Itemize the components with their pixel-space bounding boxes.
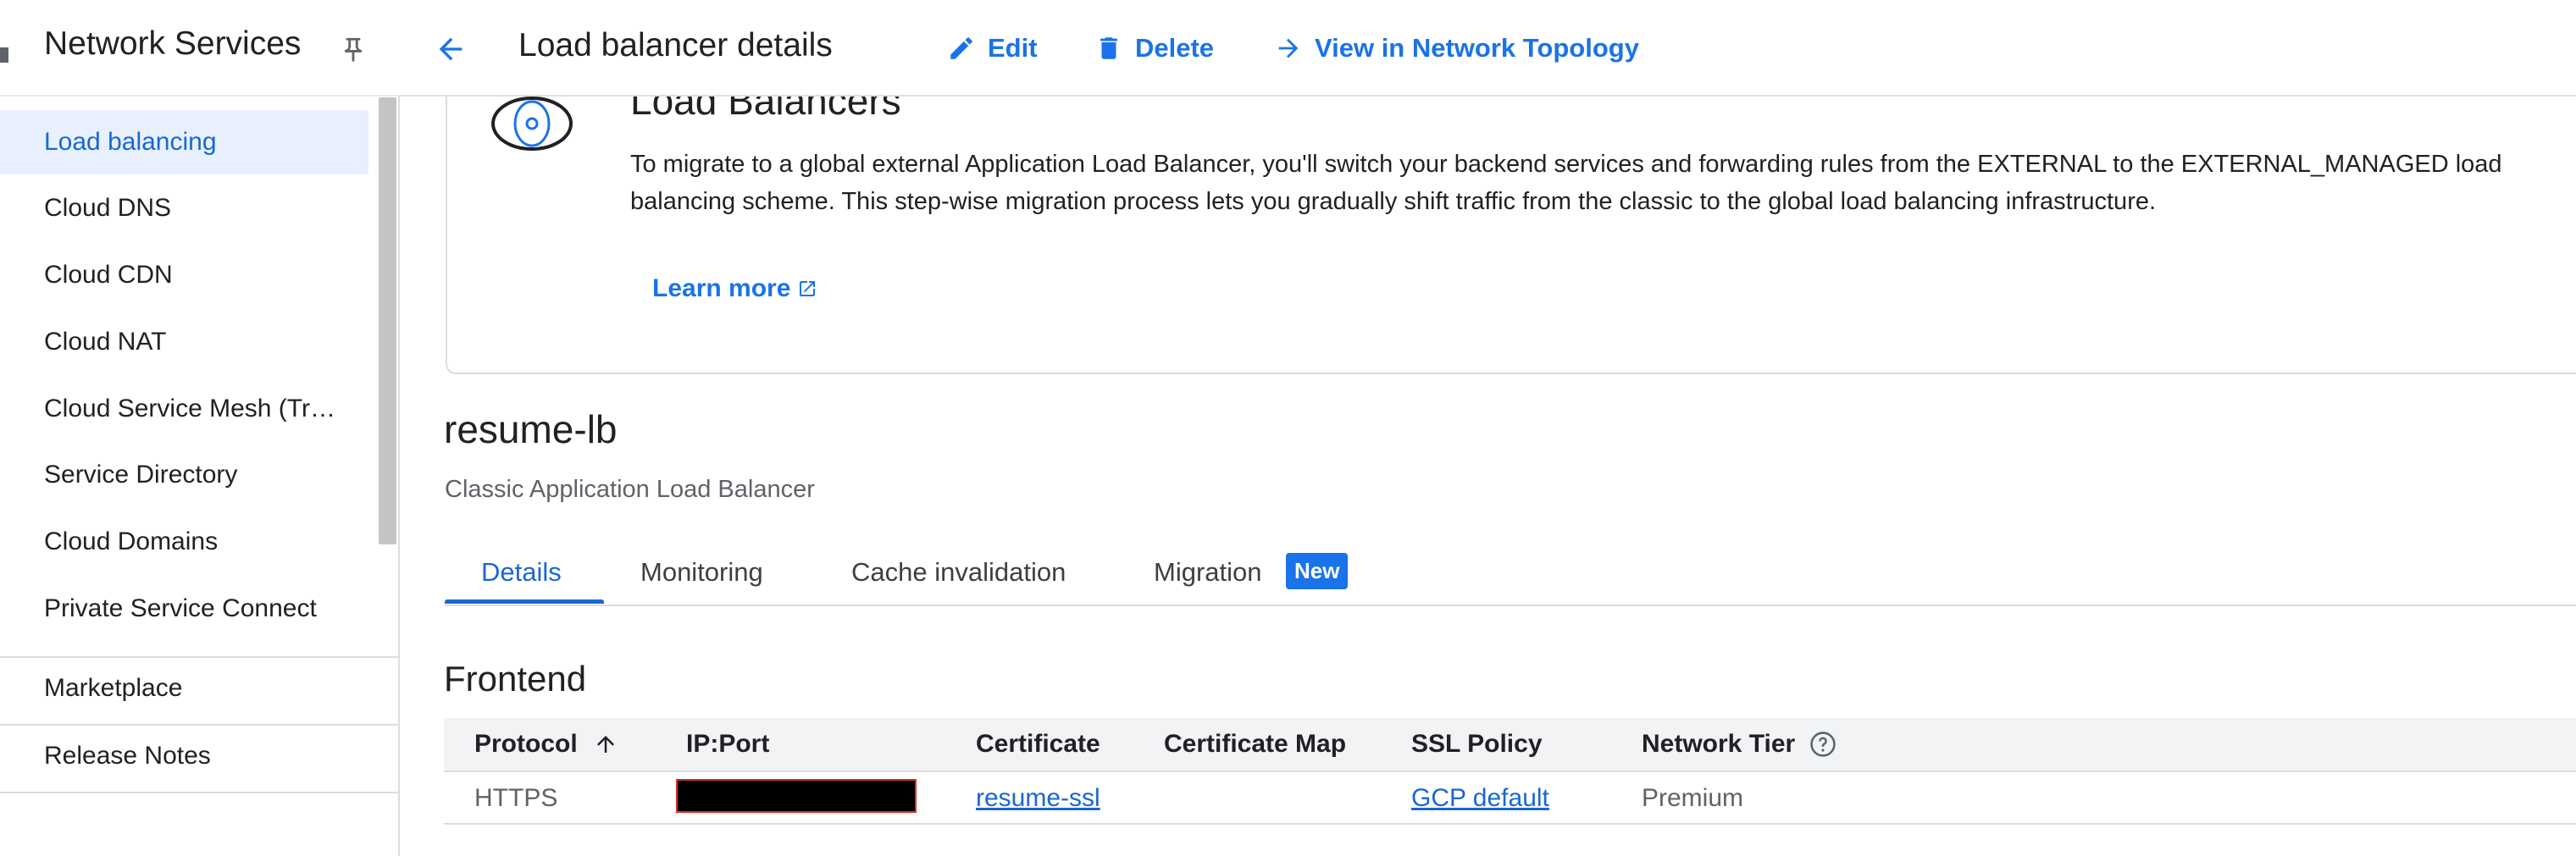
sidebar-item-private-service-connect[interactable]: Private Service Connect [0,577,368,641]
edit-label: Edit [988,33,1038,63]
column-header-certificate-map[interactable]: Certificate Map [1164,730,1346,759]
sidebar-item-label: Cloud CDN [44,261,173,289]
sidebar-item-label: Load balancing [44,128,217,156]
cell-protocol: HTTPS [474,784,558,812]
learn-more-link[interactable]: Learn more [652,274,817,303]
delete-label: Delete [1135,33,1215,63]
open-in-new-icon [800,281,816,296]
sidebar-item-cloud-dns[interactable]: Cloud DNS [0,176,368,240]
sidebar-item-service-directory[interactable]: Service Directory [0,443,368,507]
sidebar-item-label: Cloud Service Mesh (Tr… [44,395,335,422]
column-header-certificate[interactable]: Certificate [976,730,1100,759]
pencil-icon [950,37,972,59]
ssl-policy-link[interactable]: GCP default [1411,784,1549,813]
sidebar-item-cloud-service-mesh[interactable]: Cloud Service Mesh (Tr… [0,377,368,441]
pin-icon[interactable] [339,36,368,64]
delete-button[interactable]: Delete [1094,29,1214,68]
column-header-protocol[interactable]: Protocol [474,730,618,759]
tab-monitoring[interactable]: Monitoring [640,557,763,588]
sidebar-item-label: Service Directory [44,461,238,489]
sidebar-item-cloud-cdn[interactable]: Cloud CDN [0,243,368,307]
load-balancer-type: Classic Application Load Balancer [445,476,815,503]
column-header-network-tier: Network Tier [1642,730,1837,759]
sidebar-item-load-balancing[interactable]: Load balancing [0,110,368,174]
load-balancer-illustration-icon [491,97,573,151]
view-in-network-topology-button[interactable]: View in Network Topology [1274,29,1639,68]
sidebar-scrollbar[interactable] [379,97,396,544]
sidebar-divider [0,792,398,793]
arrow-forward-icon [1278,38,1299,58]
redacted-ip-port [676,779,917,813]
certificate-link[interactable]: resume-ssl [976,784,1100,813]
sidebar-divider [0,95,398,97]
product-icon [0,47,8,63]
frontend-section-title: Frontend [444,659,587,699]
column-header-label: Network Tier [1642,730,1796,758]
tab-migration[interactable]: Migration [1154,557,1262,588]
load-balancer-name: resume-lb [444,407,618,451]
column-header-ip-port[interactable]: IP:Port [686,730,769,759]
sidebar-item-label: Cloud NAT [44,328,167,356]
sidebar-item-label: Marketplace [44,674,183,702]
column-header-ssl-policy[interactable]: SSL Policy [1411,730,1543,759]
new-badge: New [1286,553,1349,589]
table-row-divider [444,823,2576,825]
sidebar-item-cloud-domains[interactable]: Cloud Domains [0,510,368,574]
sort-ascending-icon [596,736,614,753]
cell-network-tier: Premium [1642,784,1744,812]
tab-details[interactable]: Details [481,557,562,588]
tab-cache-invalidation[interactable]: Cache invalidation [851,557,1066,588]
page-title: Load balancer details [518,27,833,64]
sidebar-item-label: Release Notes [44,742,211,770]
topology-label: View in Network Topology [1315,33,1639,63]
sidebar-item-cloud-nat[interactable]: Cloud NAT [0,310,368,374]
back-arrow-icon[interactable] [432,32,469,66]
edit-button[interactable]: Edit [947,29,1038,68]
learn-more-label: Learn more [652,274,791,302]
tabs-divider [445,605,2576,606]
sidebar-item-label: Cloud DNS [44,194,172,222]
sidebar-item-label: Private Service Connect [44,594,317,622]
column-header-label: Protocol [474,730,578,758]
sidebar-item-marketplace[interactable]: Marketplace [0,656,368,721]
banner-description: To migrate to a global external Applicat… [630,151,2502,215]
sidebar-title: Network Services [44,25,302,62]
help-icon[interactable] [1809,730,1837,759]
sidebar-item-release-notes[interactable]: Release Notes [0,724,368,788]
trash-icon [1100,37,1117,59]
active-tab-indicator [445,599,604,604]
sidebar-item-label: Cloud Domains [44,527,219,555]
